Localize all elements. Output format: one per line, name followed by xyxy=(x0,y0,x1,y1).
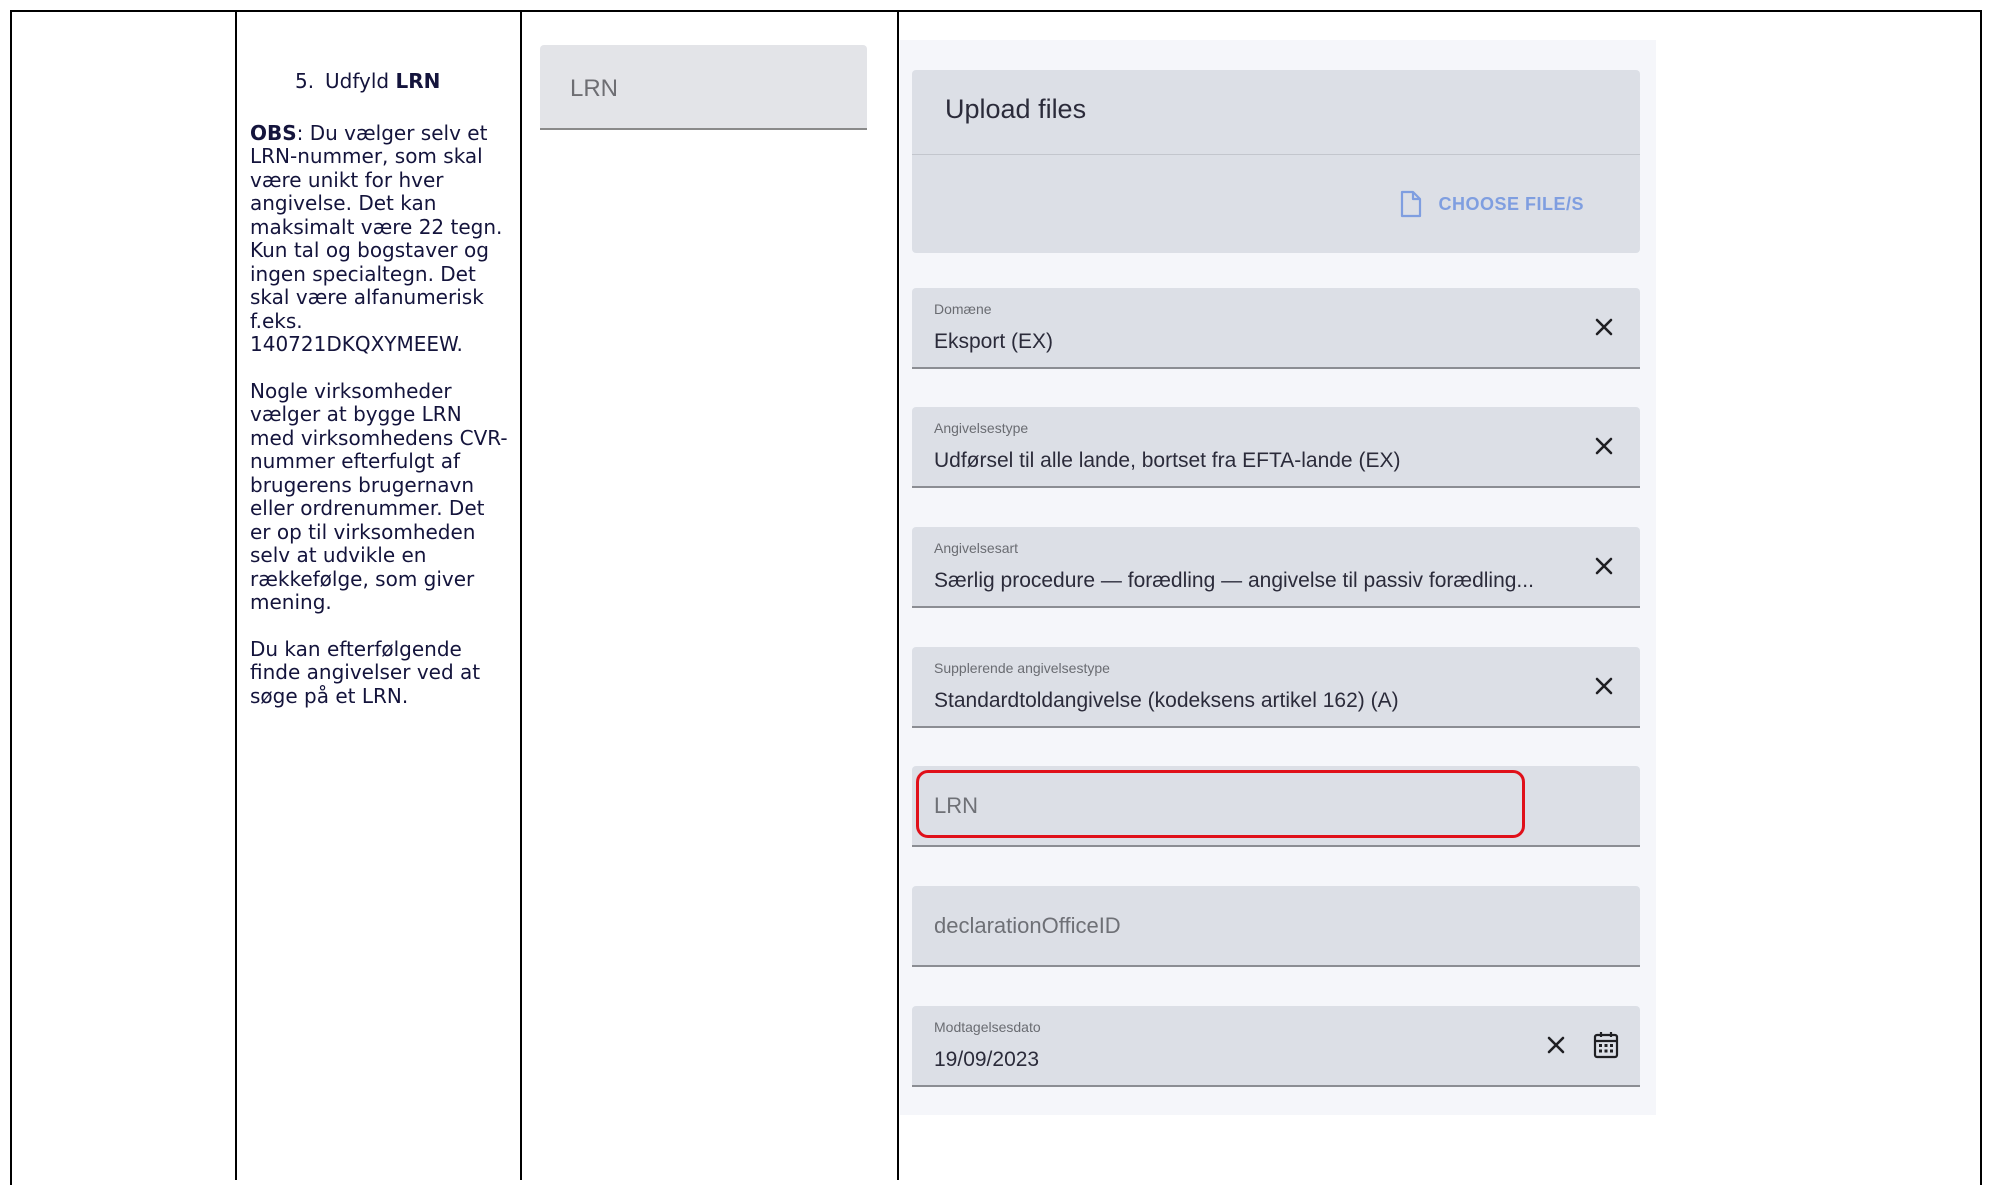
angivelsestype-label: Angivelsestype xyxy=(934,420,1029,436)
lrn-preview-placeholder: LRN xyxy=(570,75,619,102)
angivelsesart-value: Særlig procedure — forædling — angivelse… xyxy=(934,569,1534,592)
table-column-divider xyxy=(520,10,522,1180)
angivelsesart-label: Angivelsesart xyxy=(934,540,1019,556)
upload-divider xyxy=(912,154,1640,155)
angivelsestype-select[interactable]: Angivelsestype Udførsel til alle lande, … xyxy=(912,407,1640,488)
step-text: Udfyld xyxy=(325,69,396,93)
step-heading: 5. Udfyld LRN xyxy=(295,69,508,94)
domaene-select[interactable]: Domæne Eksport (EX) xyxy=(912,288,1640,369)
table-column-divider xyxy=(897,10,899,1180)
choose-files-button[interactable]: CHOOSE FILE/S xyxy=(1400,190,1584,218)
lrn-placeholder: LRN xyxy=(934,793,979,818)
step-number: 5. xyxy=(295,69,315,93)
obs-paragraph: OBS: Du vælger selv et LRN-nummer, som s… xyxy=(250,120,508,357)
lrn-field-preview[interactable]: LRN xyxy=(540,45,867,130)
lrn-input[interactable]: LRN xyxy=(912,766,1640,847)
choose-files-label: CHOOSE FILE/S xyxy=(1438,193,1584,214)
calendar-icon[interactable] xyxy=(1592,1030,1620,1060)
domaene-label: Domæne xyxy=(934,301,992,317)
supplerende-label: Supplerende angivelsestype xyxy=(934,660,1110,676)
office-placeholder: declarationOfficeID xyxy=(934,913,1121,938)
clear-icon[interactable] xyxy=(1542,1031,1570,1059)
supplerende-value: Standardtoldangivelse (kodeksens artikel… xyxy=(934,689,1399,712)
form-screenshot: Upload files CHOOSE FILE/S Domæne Ekspor… xyxy=(900,40,1656,1115)
obs-text: : Du vælger selv et LRN-nummer, som skal… xyxy=(250,120,503,356)
clear-icon[interactable] xyxy=(1590,313,1618,341)
supplerende-select[interactable]: Supplerende angivelsestype Standardtolda… xyxy=(912,647,1640,728)
clear-icon[interactable] xyxy=(1590,432,1618,460)
table-column-divider xyxy=(235,10,237,1180)
clear-icon[interactable] xyxy=(1590,672,1618,700)
modtagelsesdato-value: 19/09/2023 xyxy=(934,1048,1040,1071)
clear-icon[interactable] xyxy=(1590,552,1618,580)
domaene-value: Eksport (EX) xyxy=(934,330,1054,353)
angivelsestype-value: Udførsel til alle lande, bortset fra EFT… xyxy=(934,449,1401,472)
obs-label: OBS xyxy=(250,120,297,145)
file-icon xyxy=(1401,190,1422,218)
step-bold: LRN xyxy=(395,69,441,93)
modtagelsesdato-input[interactable]: Modtagelsesdato 19/09/2023 xyxy=(912,1006,1640,1087)
declaration-office-input[interactable]: declarationOfficeID xyxy=(912,886,1640,967)
upload-files-card: Upload files CHOOSE FILE/S xyxy=(912,70,1640,253)
angivelsesart-select[interactable]: Angivelsesart Særlig procedure — forædli… xyxy=(912,527,1640,608)
search-paragraph: Du kan efterfølgende finde angivelser ve… xyxy=(250,636,481,708)
instructions-cell: 5. Udfyld LRN OBS: Du vælger selv et LRN-… xyxy=(250,69,508,731)
cvr-paragraph: Nogle virksomheder vælger at bygge LRN m… xyxy=(250,378,508,614)
upload-title: Upload files xyxy=(945,94,1087,124)
modtagelsesdato-label: Modtagelsesdato xyxy=(934,1019,1041,1035)
